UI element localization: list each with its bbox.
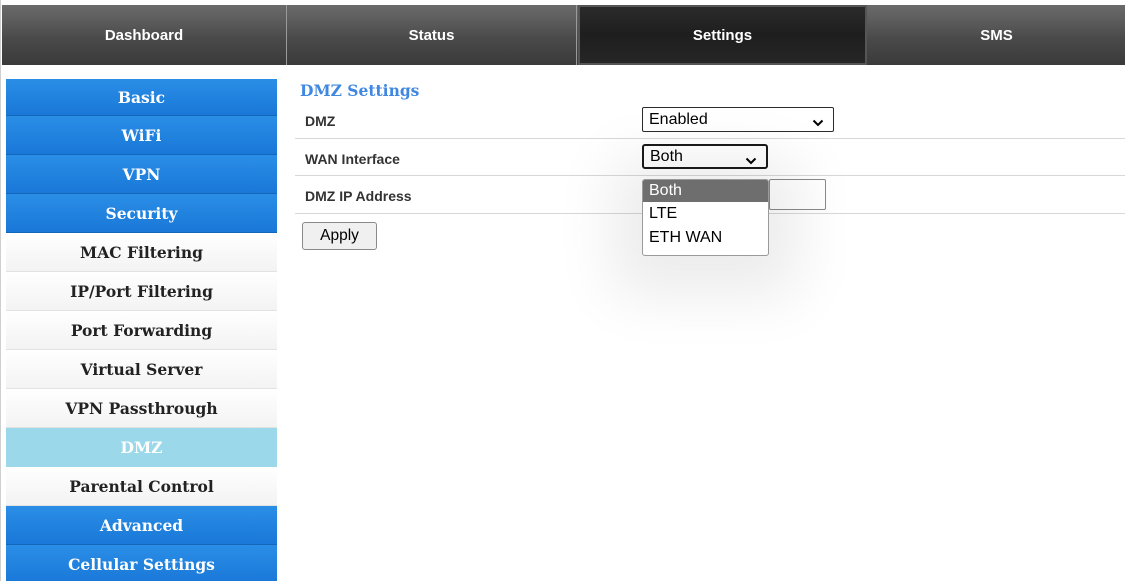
- dropdown-option-eth-wan[interactable]: ETH WAN: [643, 226, 768, 250]
- wan-interface-select-value: Both: [650, 147, 683, 165]
- top-navigation: Dashboard Status Settings SMS: [1, 0, 1125, 70]
- tab-dashboard[interactable]: Dashboard: [2, 5, 287, 65]
- sidebar-item-vpn-passthrough[interactable]: VPN Passthrough: [6, 389, 277, 428]
- dmz-select[interactable]: Enabled: [642, 107, 834, 132]
- chevron-down-icon: [812, 119, 824, 127]
- dmz-ip-input[interactable]: [769, 179, 826, 210]
- dmz-label: DMZ: [305, 113, 336, 129]
- dmz-row: DMZ Enabled: [295, 101, 1125, 139]
- page-frame: Dashboard Status Settings SMS Basic WiFi…: [0, 0, 1125, 581]
- sidebar-item-cellular-settings[interactable]: Cellular Settings: [6, 545, 277, 581]
- tab-settings[interactable]: Settings: [578, 5, 867, 65]
- sidebar-item-dmz[interactable]: DMZ: [6, 428, 277, 467]
- wan-interface-row: WAN Interface Both: [295, 139, 1125, 176]
- tab-status[interactable]: Status: [287, 5, 577, 65]
- tab-sms[interactable]: SMS: [867, 5, 1125, 65]
- sidebar-item-parental-control[interactable]: Parental Control: [6, 467, 277, 506]
- dropdown-option-lte[interactable]: LTE: [643, 202, 768, 226]
- sidebar-item-wifi[interactable]: WiFi: [6, 116, 277, 155]
- sidebar-item-security[interactable]: Security: [6, 194, 277, 233]
- dmz-ip-label: DMZ IP Address: [305, 188, 412, 204]
- dmz-select-value: Enabled: [649, 110, 708, 128]
- sidebar-item-advanced[interactable]: Advanced: [6, 506, 277, 545]
- sidebar: Basic WiFi VPN Security MAC Filtering IP…: [6, 79, 277, 581]
- apply-button[interactable]: Apply: [302, 222, 377, 250]
- chevron-down-icon: [745, 157, 757, 165]
- dropdown-option-both[interactable]: Both: [643, 180, 768, 202]
- sidebar-item-basic[interactable]: Basic: [6, 79, 277, 116]
- page-title: DMZ Settings: [300, 81, 420, 100]
- sidebar-item-mac-filtering[interactable]: MAC Filtering: [6, 233, 277, 272]
- sidebar-item-virtual-server[interactable]: Virtual Server: [6, 350, 277, 389]
- wan-interface-label: WAN Interface: [305, 151, 400, 167]
- sidebar-item-vpn[interactable]: VPN: [6, 155, 277, 194]
- wan-interface-dropdown: Both LTE ETH WAN: [642, 179, 769, 256]
- sidebar-item-ip-port-filtering[interactable]: IP/Port Filtering: [6, 272, 277, 311]
- wan-interface-select[interactable]: Both: [642, 144, 768, 169]
- sidebar-item-port-forwarding[interactable]: Port Forwarding: [6, 311, 277, 350]
